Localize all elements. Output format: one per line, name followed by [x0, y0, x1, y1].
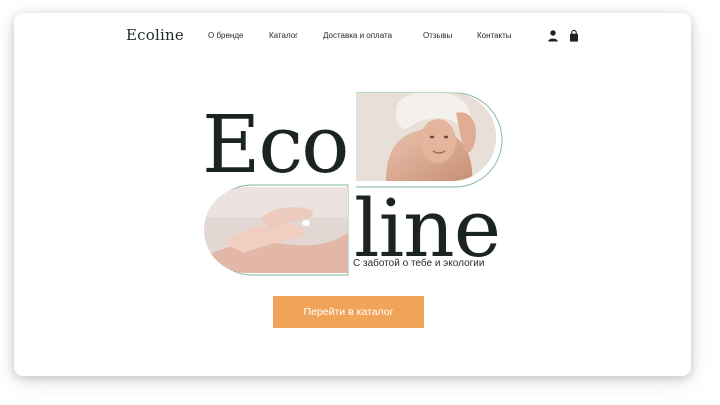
- page-card: Ecoline О бренде Каталог Доставка и опла…: [14, 13, 691, 376]
- hands-cream-photo: [204, 187, 348, 273]
- hero-title-top: Eco: [202, 98, 349, 191]
- hero-tagline: С заботой о тебе и экологии: [353, 258, 485, 269]
- woman-portrait-photo: [356, 93, 496, 181]
- go-to-catalog-button[interactable]: Перейти в каталог: [273, 296, 424, 328]
- hero-title-bottom: line: [354, 182, 501, 275]
- hero-section: Eco line С заботой о тебе и экологии Пер…: [14, 13, 691, 376]
